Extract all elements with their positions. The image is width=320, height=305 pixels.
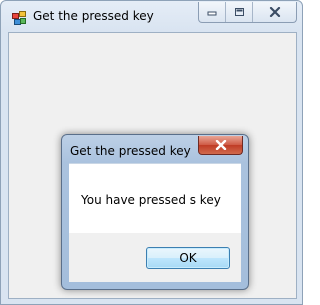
minimize-icon [207, 11, 217, 16]
caption-buttons [198, 2, 297, 23]
app-icon[interactable] [12, 10, 27, 25]
dialog-message: You have pressed s key [81, 193, 221, 207]
maximize-icon [234, 8, 244, 16]
dialog-title: Get the pressed key [70, 144, 191, 158]
maximize-button[interactable] [225, 2, 252, 22]
close-icon [215, 140, 226, 150]
dialog-body: You have pressed s key [69, 163, 241, 234]
message-box: Get the pressed key You have pressed s k… [61, 134, 249, 290]
dialog-close-button[interactable] [198, 136, 243, 155]
ok-button[interactable]: OK [146, 247, 230, 269]
dialog-footer: OK [69, 233, 241, 282]
window-title: Get the pressed key [33, 9, 154, 23]
minimize-button[interactable] [199, 2, 225, 22]
close-icon [269, 7, 280, 17]
close-button[interactable] [252, 2, 296, 22]
title-bar[interactable]: Get the pressed key [1, 1, 302, 31]
